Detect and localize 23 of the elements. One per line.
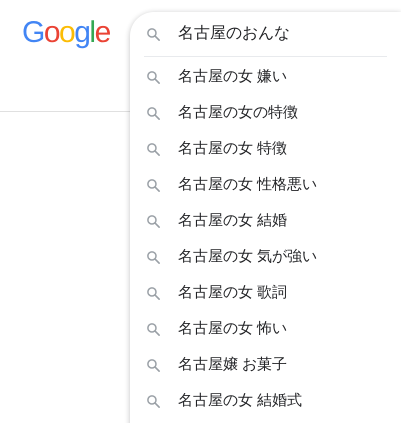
suggestion-item[interactable]: 名古屋の女 性格悪い (130, 167, 401, 203)
suggestion-item[interactable]: 名古屋の女 嫌い (130, 59, 401, 95)
suggestion-item[interactable]: 名古屋の女 歌詞 (130, 275, 401, 311)
suggestion-item[interactable]: 名古屋の女 結婚式 (130, 383, 401, 419)
search-icon (146, 70, 161, 84)
search-icon (146, 142, 161, 156)
logo[interactable]: Google (22, 16, 110, 50)
suggestion-item[interactable]: 名古屋嬢 お菓子 (130, 347, 401, 383)
suggestion-item[interactable]: 名古屋の女 気が強い (130, 239, 401, 275)
search-icon (146, 178, 161, 192)
search-icon (146, 26, 161, 42)
search-icon (146, 214, 161, 228)
search-icon (146, 322, 161, 336)
search-icon (146, 394, 161, 408)
search-icon (146, 106, 161, 120)
suggestion-item[interactable]: 名古屋の女 特徴 (130, 131, 401, 167)
search-icon (146, 286, 161, 300)
search-field[interactable]: 名古屋のおんな (178, 22, 401, 46)
search-icon (146, 250, 161, 264)
suggestion-item[interactable]: 名古屋の女の特徴 (130, 95, 401, 131)
suggestion-item[interactable]: 名古屋の女 怖い (130, 311, 401, 347)
search-icon (146, 358, 161, 372)
suggestion-item[interactable]: 名古屋の女 結婚 (130, 203, 401, 239)
